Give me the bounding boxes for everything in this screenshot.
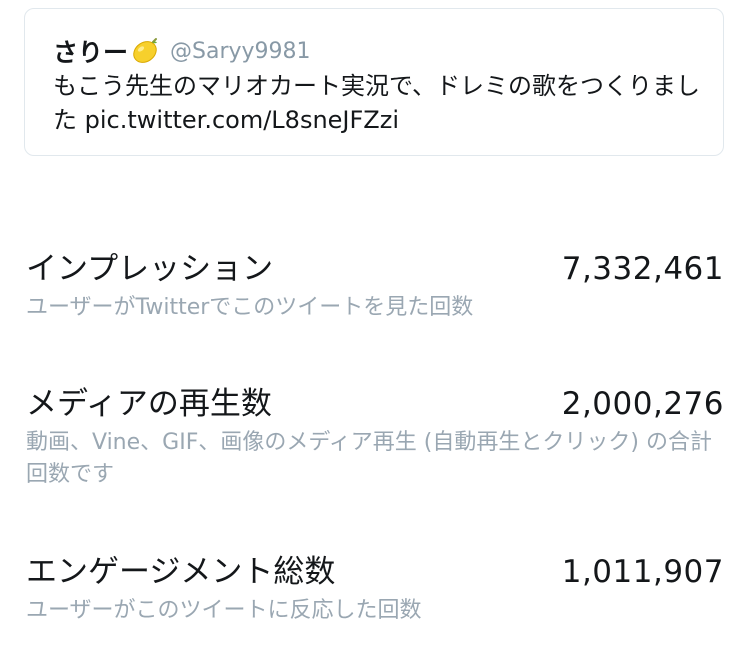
author-handle[interactable]: @Saryy9981 [170,39,311,64]
lemon-icon [130,36,160,66]
stat-description-impressions: ユーザーがTwitterでこのツイートを見た回数 [26,295,474,320]
tweet-media-link[interactable]: pic.twitter.com/L8sneJFZzi [85,106,399,134]
stat-label-impressions: インプレッション [26,251,274,287]
tweet-header: さりー @Saryy9981 [53,35,699,67]
stat-row: エンゲージメント総数 1,011,907 [26,546,724,591]
stat-engagements: エンゲージメント総数 1,011,907 ユーザーがこのツイートに反応した回数 [26,546,724,627]
stat-description-engagements: ユーザーがこのツイートに反応した回数 [26,598,422,623]
stat-description-media-views: 動画、Vine、GIF、画像のメディア再生 (自動再生とクリック) の合計回数で… [26,430,712,487]
tweet-text: もこう先生のマリオカート実況で、ドレミの歌をつくりました pic.twitter… [53,69,703,137]
stat-label-media-views: メディアの再生数 [26,386,272,422]
stat-row: メディアの再生数 2,000,276 [26,378,724,423]
tweet-card[interactable]: さりー @Saryy9981 もこう先生のマリオカート実況で、ドレミの歌をつくり… [24,8,724,156]
stat-value-impressions: 7,332,461 [561,251,724,287]
stat-label-engagements: エンゲージメント総数 [26,554,336,590]
stat-value-media-views: 2,000,276 [561,386,724,422]
stat-media-views: メディアの再生数 2,000,276 動画、Vine、GIF、画像のメディア再生… [26,378,724,491]
author-name[interactable]: さりー [53,33,128,69]
stat-row: インプレッション 7,332,461 [26,243,724,288]
stat-value-engagements: 1,011,907 [561,554,724,590]
stat-impressions: インプレッション 7,332,461 ユーザーがTwitterでこのツイートを見… [26,243,724,324]
